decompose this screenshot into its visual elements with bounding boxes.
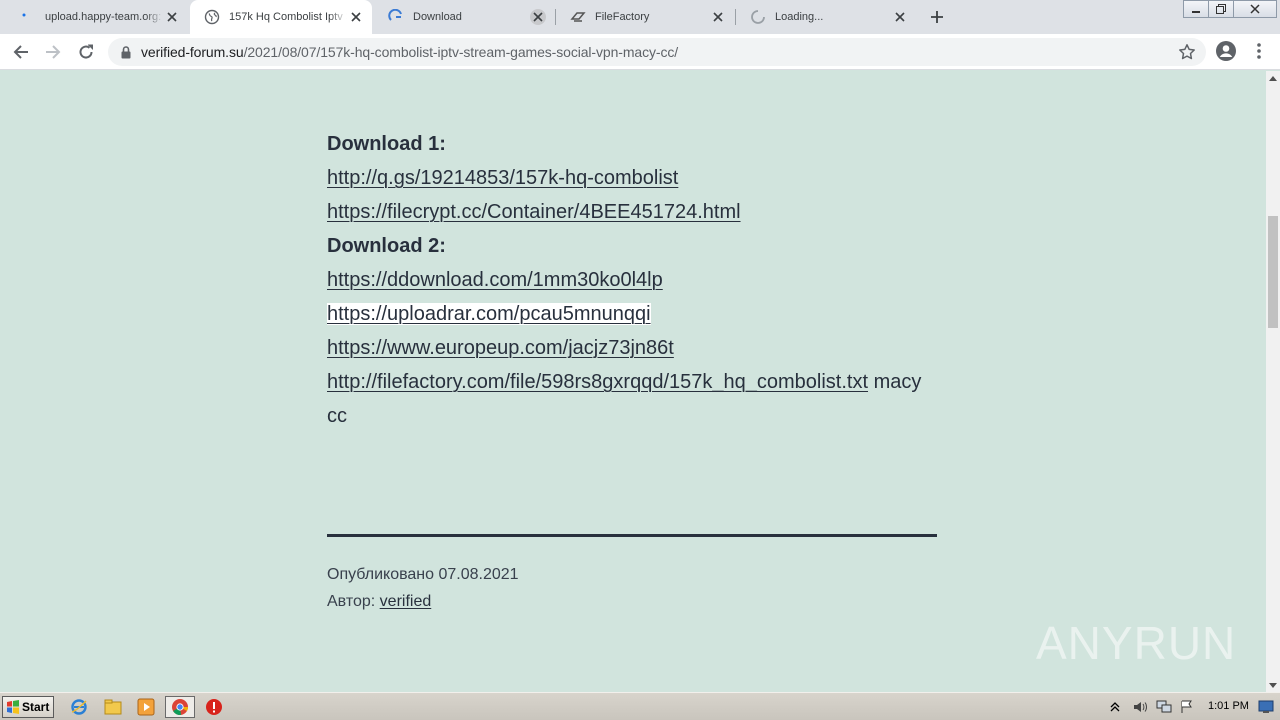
dot-icon — [20, 9, 36, 25]
restore-button[interactable] — [1208, 0, 1234, 18]
new-tab-button[interactable] — [926, 6, 948, 28]
chrome-icon — [172, 699, 188, 716]
tab-upload-happy-team[interactable]: upload.happy-team.org: Upload — [6, 0, 188, 34]
browser-menu-button[interactable] — [1252, 42, 1266, 60]
edge-spinner-icon — [388, 9, 404, 25]
published-date: 07.08.2021 — [438, 566, 519, 583]
close-icon[interactable] — [892, 9, 908, 25]
chrome-taskbar-button[interactable] — [165, 696, 195, 718]
author-link[interactable]: verified — [380, 593, 432, 610]
watermark-text-right: RUN — [1133, 617, 1237, 669]
network-icon[interactable] — [1156, 700, 1172, 714]
trailing-text: macy — [868, 371, 922, 393]
lock-icon — [120, 45, 132, 59]
media-player-icon[interactable] — [135, 697, 157, 717]
published-label: Опубликовано — [327, 566, 435, 583]
tab-title: upload.happy-team.org: Upload — [45, 11, 163, 23]
page-scrollbar[interactable] — [1266, 71, 1280, 692]
close-window-button[interactable] — [1233, 0, 1277, 18]
watermark-text-left: ANY — [1036, 617, 1134, 669]
download2-heading: Download 2: — [327, 235, 446, 257]
close-icon[interactable] — [530, 9, 546, 25]
tab-download[interactable]: Download — [374, 0, 554, 34]
scroll-up-arrow-icon[interactable] — [1266, 71, 1280, 85]
tab-filefactory[interactable]: FileFactory — [556, 0, 734, 34]
file-explorer-icon[interactable] — [102, 697, 124, 717]
warning-app-icon[interactable] — [203, 697, 225, 717]
download-link[interactable]: https://ddownload.com/1mm30ko0l4lp — [327, 269, 663, 291]
reload-button[interactable] — [74, 40, 98, 64]
url-host: verified-forum.su — [141, 44, 244, 60]
more-vert-icon — [1257, 43, 1261, 59]
scrollbar-thumb[interactable] — [1268, 216, 1278, 328]
show-desktop-icon[interactable] — [1258, 700, 1274, 714]
speaker-icon[interactable] — [1132, 700, 1148, 714]
windows-taskbar: Start 1:01 PM — [0, 692, 1280, 720]
close-icon — [1250, 4, 1260, 14]
account-button[interactable] — [1215, 40, 1237, 62]
close-icon[interactable] — [710, 9, 726, 25]
download-link[interactable]: http://filefactory.com/file/598rs8gxrqqd… — [327, 371, 868, 393]
tab-loading[interactable]: Loading... — [736, 0, 916, 34]
restore-icon — [1216, 4, 1226, 14]
tab-title: Download — [413, 11, 462, 23]
tab-strip: upload.happy-team.org: Upload 157k Hq Co… — [0, 0, 1280, 34]
close-icon[interactable] — [348, 9, 364, 25]
internet-explorer-icon[interactable] — [68, 697, 90, 717]
tab-title: FileFactory — [595, 11, 650, 23]
anyrun-watermark: ANY RUN — [1036, 610, 1236, 676]
filefactory-icon — [570, 9, 586, 25]
tab-title: 157k Hq Combolist Iptv Stream — [229, 11, 347, 23]
url-path: /2021/08/07/157k-hq-combolist-iptv-strea… — [243, 44, 679, 60]
system-tray: 1:01 PM — [1104, 696, 1278, 718]
scroll-down-arrow-icon[interactable] — [1266, 678, 1280, 692]
bookmark-star-icon[interactable] — [1178, 43, 1196, 61]
minimize-button[interactable] — [1183, 0, 1209, 18]
author-label: Автор: — [327, 593, 376, 610]
arrow-left-icon — [13, 45, 28, 59]
start-label: Start — [22, 700, 50, 714]
minimize-icon — [1192, 11, 1200, 13]
url-text: verified-forum.su/2021/08/07/157k-hq-com… — [141, 44, 678, 60]
chevron-up-icon[interactable] — [1110, 701, 1120, 713]
browser-toolbar: verified-forum.su/2021/08/07/157k-hq-com… — [0, 34, 1280, 70]
arrow-right-icon — [46, 45, 61, 59]
taskbar-clock[interactable]: 1:01 PM — [1208, 700, 1249, 712]
account-circle-icon — [1216, 41, 1236, 61]
article-divider — [327, 534, 937, 537]
loading-spinner-icon — [750, 9, 766, 25]
published-info: Опубликовано 07.08.2021 — [327, 565, 519, 585]
download-link[interactable]: http://q.gs/19214853/157k-hq-combolist — [327, 167, 678, 189]
close-icon[interactable] — [164, 9, 180, 25]
trailing-text: cc — [327, 405, 347, 427]
start-button[interactable]: Start — [2, 696, 54, 718]
download-link[interactable]: https://uploadrar.com/pcau5mnunqqi — [327, 303, 651, 325]
forward-button[interactable] — [41, 40, 65, 64]
download-link[interactable]: https://www.europeup.com/jacjz73jn86t — [327, 337, 674, 359]
address-bar[interactable]: verified-forum.su/2021/08/07/157k-hq-com… — [108, 38, 1206, 66]
tab-title: Loading... — [775, 11, 824, 23]
back-button[interactable] — [9, 40, 33, 64]
action-center-flag-icon[interactable] — [1180, 700, 1194, 714]
download1-heading: Download 1: — [327, 133, 446, 155]
web-page: Download 1: http://q.gs/19214853/157k-hq… — [0, 71, 1266, 692]
author-info: Автор: verified — [327, 592, 431, 612]
download-link[interactable]: https://filecrypt.cc/Container/4BEE45172… — [327, 201, 741, 223]
tab-157k-hq-combolist[interactable]: 157k Hq Combolist Iptv Stream — [190, 0, 372, 34]
reload-icon — [79, 44, 93, 59]
windows-flag-icon — [7, 700, 19, 714]
plus-icon — [931, 11, 943, 23]
globe-icon — [204, 9, 220, 25]
